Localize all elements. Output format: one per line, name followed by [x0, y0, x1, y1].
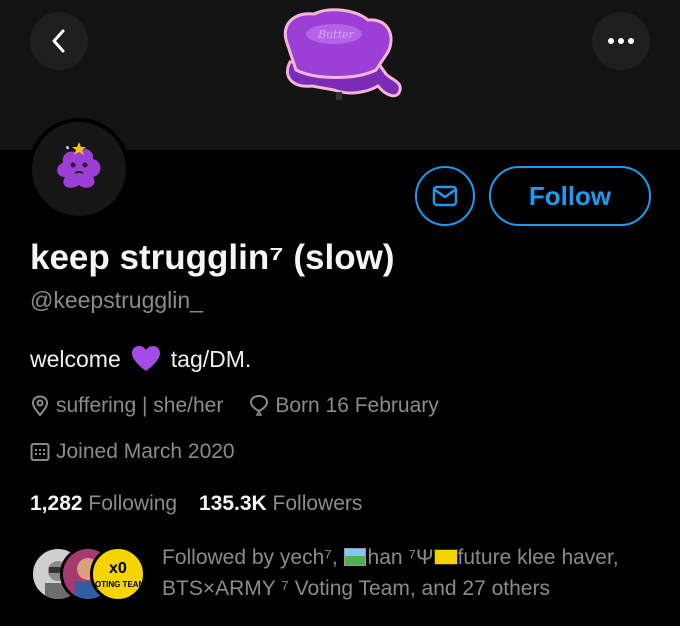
profile-avatar[interactable] [28, 118, 130, 220]
follow-button[interactable]: Follow [489, 166, 651, 226]
following-label: Following [88, 492, 178, 515]
picture-emoji-icon [343, 548, 366, 566]
more-horizontal-icon [608, 38, 634, 44]
more-options-button[interactable] [592, 12, 650, 70]
birthday: Born 16 February [249, 394, 439, 418]
mail-icon [432, 185, 458, 207]
profile-meta-row: suffering | she/her Born 16 February [30, 394, 439, 418]
balloon-icon [250, 395, 269, 416]
svg-text:x0: x0 [109, 560, 127, 577]
bio-text-end: tag/DM. [170, 345, 252, 372]
followers-count: 135.3K [198, 492, 267, 515]
message-button[interactable] [415, 166, 475, 226]
chevron-left-icon [52, 29, 65, 53]
location-pin-icon [31, 395, 49, 417]
bio: welcome tag/DM. [30, 345, 251, 373]
bio-text-start: welcome [30, 345, 121, 372]
svg-text:Butter: Butter [317, 28, 355, 41]
location-text: suffering | she/her [56, 394, 224, 417]
butter-sticker-image: Butter [283, 8, 402, 100]
purple-heart-icon [131, 346, 160, 371]
lumpy-space-princess-avatar [57, 142, 101, 188]
display-name: keep strugglin⁷ (slow) [30, 238, 395, 277]
followers-label: Followers [272, 492, 363, 515]
avatar: x0 OTING TEAM [90, 546, 146, 602]
joined-text: Joined March 2020 [56, 440, 235, 463]
handle: @keepstrugglin_ [30, 287, 203, 313]
calendar-icon [30, 443, 50, 461]
followed-by-avatars[interactable]: x0 OTING TEAM [30, 546, 148, 602]
follow-stats: 1,282 Following 135.3K Followers [30, 492, 362, 516]
location: suffering | she/her [30, 394, 223, 418]
following-link[interactable]: 1,282 Following [30, 492, 177, 515]
flag-emoji-icon [433, 549, 458, 565]
following-count: 1,282 [30, 492, 83, 515]
joined: Joined March 2020 [30, 440, 235, 464]
followers-link[interactable]: 135.3K Followers [199, 492, 362, 515]
followed-by-text[interactable]: Followed by yech⁷, han ⁷Ψ future klee hav… [162, 542, 662, 604]
back-button[interactable] [30, 12, 88, 70]
svg-text:OTING TEAM: OTING TEAM [95, 580, 143, 589]
birthday-text: Born 16 February [275, 394, 439, 417]
